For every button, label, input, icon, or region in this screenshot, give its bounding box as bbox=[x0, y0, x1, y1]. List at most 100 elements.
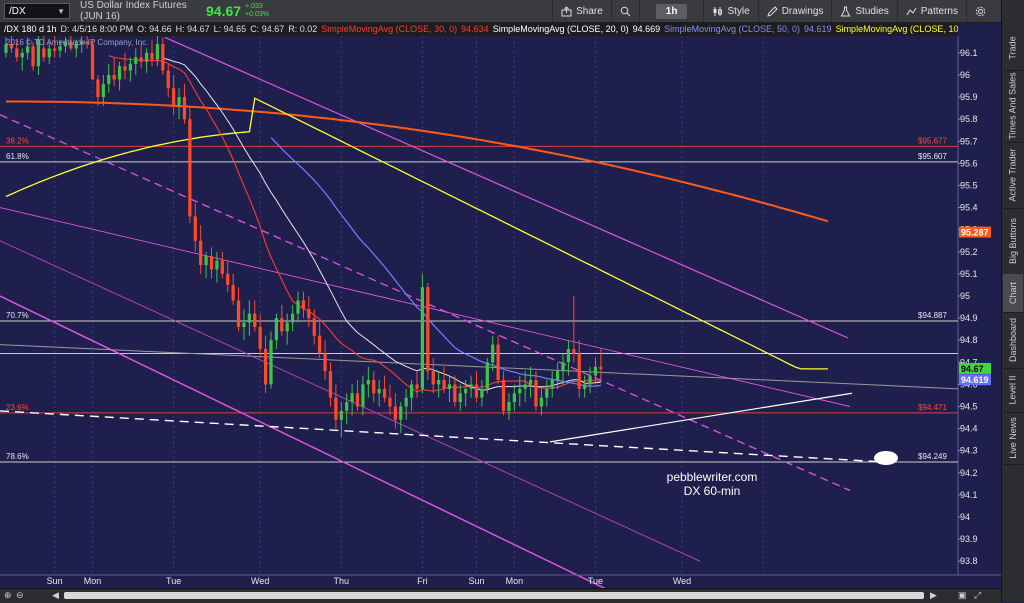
y-tick-label: 94.4 bbox=[960, 424, 978, 434]
candle-body bbox=[263, 349, 268, 385]
fib-707-label: 70.7% bbox=[6, 311, 29, 320]
y-tick-label: 96.1 bbox=[960, 48, 978, 58]
tab-level-ii[interactable]: Level II bbox=[1003, 368, 1023, 413]
candle-body bbox=[480, 388, 484, 398]
candle-body bbox=[377, 388, 381, 394]
studies-label: Studies bbox=[855, 5, 889, 17]
candle-body bbox=[290, 313, 295, 323]
tab-times-and-sales[interactable]: Times And Sales bbox=[1003, 70, 1023, 143]
share-button[interactable]: Share bbox=[552, 0, 611, 22]
candle-body bbox=[566, 349, 571, 363]
candle-body bbox=[399, 406, 403, 420]
candle-body bbox=[253, 313, 257, 327]
candle-body bbox=[134, 57, 138, 64]
zoom-button[interactable] bbox=[610, 0, 639, 22]
tab-dashboard[interactable]: Dashboard bbox=[1003, 312, 1023, 369]
candle-body bbox=[409, 384, 414, 398]
x-tick-label: Sun bbox=[47, 576, 63, 586]
candle-body bbox=[447, 384, 452, 389]
candle-body bbox=[226, 273, 230, 285]
tab-active-trader[interactable]: Active Trader bbox=[1003, 142, 1023, 209]
x-tick-label: Mon bbox=[506, 576, 524, 586]
candle-body bbox=[453, 384, 457, 403]
target-marker bbox=[874, 451, 898, 465]
candle-body bbox=[312, 318, 316, 336]
style-button[interactable]: Style bbox=[703, 0, 757, 22]
patterns-icon bbox=[906, 7, 917, 15]
symbol-selector[interactable]: /DX ▼ bbox=[4, 3, 70, 19]
candle-body bbox=[107, 75, 111, 84]
timeframe-button[interactable]: 1h bbox=[655, 3, 688, 19]
y-tick-label: 94.1 bbox=[960, 490, 978, 500]
expand-icon[interactable]: ⤢ bbox=[974, 590, 981, 601]
scroll-left-icon[interactable]: ◀ bbox=[52, 590, 59, 601]
candle-body bbox=[393, 406, 397, 420]
fib-236-label: 23.6% bbox=[6, 403, 29, 412]
sma50-value: 94.619 bbox=[804, 24, 832, 34]
instrument-title: US Dollar Index Futures (JUN 16) bbox=[80, 0, 187, 22]
x-tick-label: Thu bbox=[334, 576, 350, 586]
scroll-right-icon[interactable]: ▶ bbox=[930, 590, 937, 601]
sma100-label[interactable]: SimpleMovingAvg (CLOSE, 100, 0) bbox=[836, 24, 958, 34]
tab-trade[interactable]: Trade bbox=[1003, 26, 1023, 71]
y-tick-label: 95.6 bbox=[960, 158, 978, 168]
candle-body bbox=[474, 384, 479, 398]
candle-body bbox=[512, 393, 516, 403]
sma30-label[interactable]: SimpleMovingAvg (CLOSE, 30, 0) bbox=[321, 24, 457, 34]
sma200-price-tag: 95.287 bbox=[961, 228, 989, 238]
y-tick-label: 93.8 bbox=[960, 556, 978, 566]
candle-body bbox=[188, 119, 192, 217]
candle-body bbox=[339, 410, 343, 420]
candle-body bbox=[128, 63, 133, 71]
candle-body bbox=[90, 44, 95, 80]
candle-body bbox=[372, 379, 376, 394]
candle-body bbox=[296, 300, 300, 314]
candle-body bbox=[388, 397, 392, 407]
candle-body bbox=[307, 309, 311, 319]
candle-body bbox=[236, 300, 241, 327]
zoom-out-icon[interactable]: ⊖ bbox=[16, 590, 24, 601]
zoom-in-icon[interactable]: ⊕ bbox=[4, 590, 12, 601]
candle-body bbox=[26, 46, 30, 53]
drawings-button[interactable]: Drawings bbox=[757, 0, 832, 22]
tab-chart[interactable]: Chart bbox=[1003, 274, 1023, 313]
sma50-label[interactable]: SimpleMovingAvg (CLOSE, 50, 0) bbox=[664, 24, 800, 34]
candle-body bbox=[442, 379, 446, 389]
candle-body bbox=[117, 66, 122, 80]
tab-live-news[interactable]: Live News bbox=[1003, 412, 1023, 465]
y-tick-label: 95.7 bbox=[960, 136, 978, 146]
pencil-icon bbox=[766, 5, 778, 17]
fit-icon[interactable]: ▣ bbox=[958, 590, 967, 601]
settings-button[interactable] bbox=[966, 0, 994, 22]
scrollbar-thumb[interactable] bbox=[64, 592, 924, 599]
x-tick-label: Tue bbox=[588, 576, 603, 586]
candle-body bbox=[437, 379, 441, 385]
right-sidebar: Trade Times And Sales Active Trader Big … bbox=[1001, 0, 1024, 602]
symbol-text: /DX bbox=[9, 5, 26, 17]
sma20-label[interactable]: SimpleMovingAvg (CLOSE, 20, 0) bbox=[493, 24, 629, 34]
candle-body bbox=[144, 52, 149, 62]
patterns-button[interactable]: Patterns bbox=[896, 0, 966, 22]
price-change: +.033 +0.03% bbox=[245, 3, 269, 19]
price-chart[interactable]: 93.893.99494.194.294.394.494.594.694.794… bbox=[0, 36, 1002, 588]
candle-body bbox=[599, 366, 603, 369]
candle-body bbox=[96, 79, 100, 98]
toolbar-actions: Share 1h Style Drawings Studies Patterns bbox=[552, 0, 994, 22]
candle-body bbox=[150, 52, 154, 60]
candle-body bbox=[593, 366, 598, 376]
candle-body bbox=[172, 88, 176, 106]
candle-body bbox=[523, 384, 527, 389]
candle-body bbox=[231, 284, 235, 301]
candle-body bbox=[464, 388, 468, 394]
candle-body bbox=[323, 353, 327, 372]
x-tick-label: Sun bbox=[468, 576, 484, 586]
studies-button[interactable]: Studies bbox=[831, 0, 896, 22]
candle-body bbox=[258, 326, 262, 350]
tab-big-buttons[interactable]: Big Buttons bbox=[1003, 208, 1023, 275]
candle-body bbox=[561, 362, 565, 372]
time-scrollbar[interactable]: ⊕ ⊖ ◀ ▶ ▣ ⤢ bbox=[0, 588, 1002, 603]
last-price: 94.67 bbox=[206, 3, 242, 19]
candle-body bbox=[285, 322, 289, 332]
x-tick-label: Fri bbox=[417, 576, 428, 586]
candle-body bbox=[20, 52, 24, 58]
